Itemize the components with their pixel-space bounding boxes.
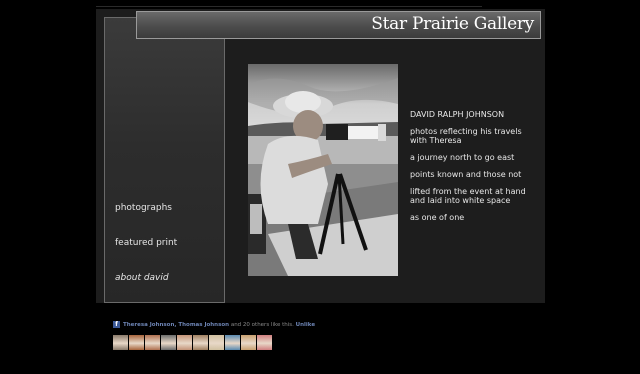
top-divider: [96, 6, 482, 7]
bio-line: lifted from the event at hand and laid i…: [410, 187, 526, 205]
bio-line: points known and those not: [410, 170, 522, 179]
friend-avatar[interactable]: [225, 335, 240, 350]
portrait-photo: [248, 64, 398, 276]
photographer-image: [248, 64, 398, 276]
site-title: Star Prairie Gallery: [371, 14, 534, 34]
bio-text: DAVID RALPH JOHNSON photos reflecting hi…: [410, 110, 540, 230]
friend-avatar[interactable]: [193, 335, 208, 350]
nav-about-david[interactable]: about david: [115, 273, 169, 283]
bio-line: as one of one: [410, 213, 465, 222]
friend-avatars: [113, 335, 272, 350]
like-names[interactable]: Theresa Johnson, Thomas Johnson: [123, 322, 229, 328]
bio-line: photos reflecting his travels with There…: [410, 127, 522, 145]
facebook-like-bar: f Theresa Johnson, Thomas Johnson and 20 …: [113, 321, 315, 329]
unlike-link[interactable]: Unlike: [296, 322, 315, 328]
bio-line: a journey north to go east: [410, 153, 515, 162]
friend-avatar[interactable]: [161, 335, 176, 350]
nav-photographs[interactable]: photographs: [115, 203, 172, 213]
friend-avatar[interactable]: [145, 335, 160, 350]
friend-avatar[interactable]: [113, 335, 128, 350]
sidebar: [104, 17, 225, 303]
nav-featured-print[interactable]: featured print: [115, 238, 177, 248]
friend-avatar[interactable]: [257, 335, 272, 350]
bio-name: DAVID RALPH JOHNSON: [410, 110, 505, 119]
friend-avatar[interactable]: [129, 335, 144, 350]
title-bar: Star Prairie Gallery: [136, 11, 541, 39]
friend-avatar[interactable]: [209, 335, 224, 350]
friend-avatar[interactable]: [177, 335, 192, 350]
like-count-text: and 20 others like this.: [230, 322, 294, 328]
facebook-icon: f: [113, 321, 120, 328]
friend-avatar[interactable]: [241, 335, 256, 350]
